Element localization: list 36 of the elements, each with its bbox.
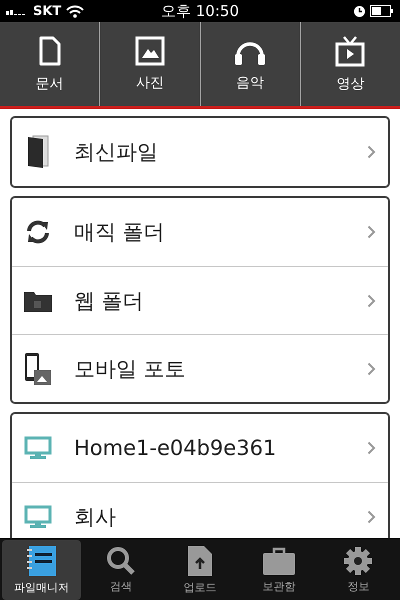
clock-icon [354,6,365,16]
signal-icon [6,7,28,15]
wifi-icon [66,4,84,18]
tab-bar-item[interactable]: 검색 [81,540,160,600]
phone-photo-icon [24,352,52,386]
chevron-icon [367,510,376,524]
search-icon [106,546,136,576]
list-item[interactable]: 모바일 포토 [12,334,388,402]
chevron-icon [367,441,376,455]
list-item[interactable]: 최신파일 [12,118,388,186]
briefcase-icon [262,546,296,576]
tab-bar-item[interactable]: 정보 [318,540,398,600]
tab-bar-item[interactable]: 보관함 [240,540,319,600]
tab-bar-item[interactable]: 파일매니저 [2,540,82,600]
monitor-icon [24,436,52,460]
monitor-icon [24,504,52,528]
tv-icon [334,35,366,67]
document-icon [38,35,62,67]
list-item[interactable]: 웹 폴더 [12,266,388,334]
settings-icon [343,546,374,576]
photo-icon [134,36,165,66]
notebook-icon [26,545,58,577]
upload-icon [187,545,213,577]
chevron-icon [367,225,376,239]
chevron-icon [367,362,376,376]
tab-bar-item[interactable]: 업로드 [160,540,240,600]
list-item[interactable]: 매직 폴더 [12,198,388,266]
status-time: 오후 10:50 [161,2,239,20]
sync-icon [25,219,51,245]
carrier-name: SKT [33,4,62,18]
door-icon [27,135,49,169]
folder-icon [24,290,52,312]
chevron-icon [367,294,376,308]
chevron-icon [367,145,376,159]
list-item[interactable]: Home1-e04b9e361 [12,414,388,482]
battery-icon [370,5,394,17]
